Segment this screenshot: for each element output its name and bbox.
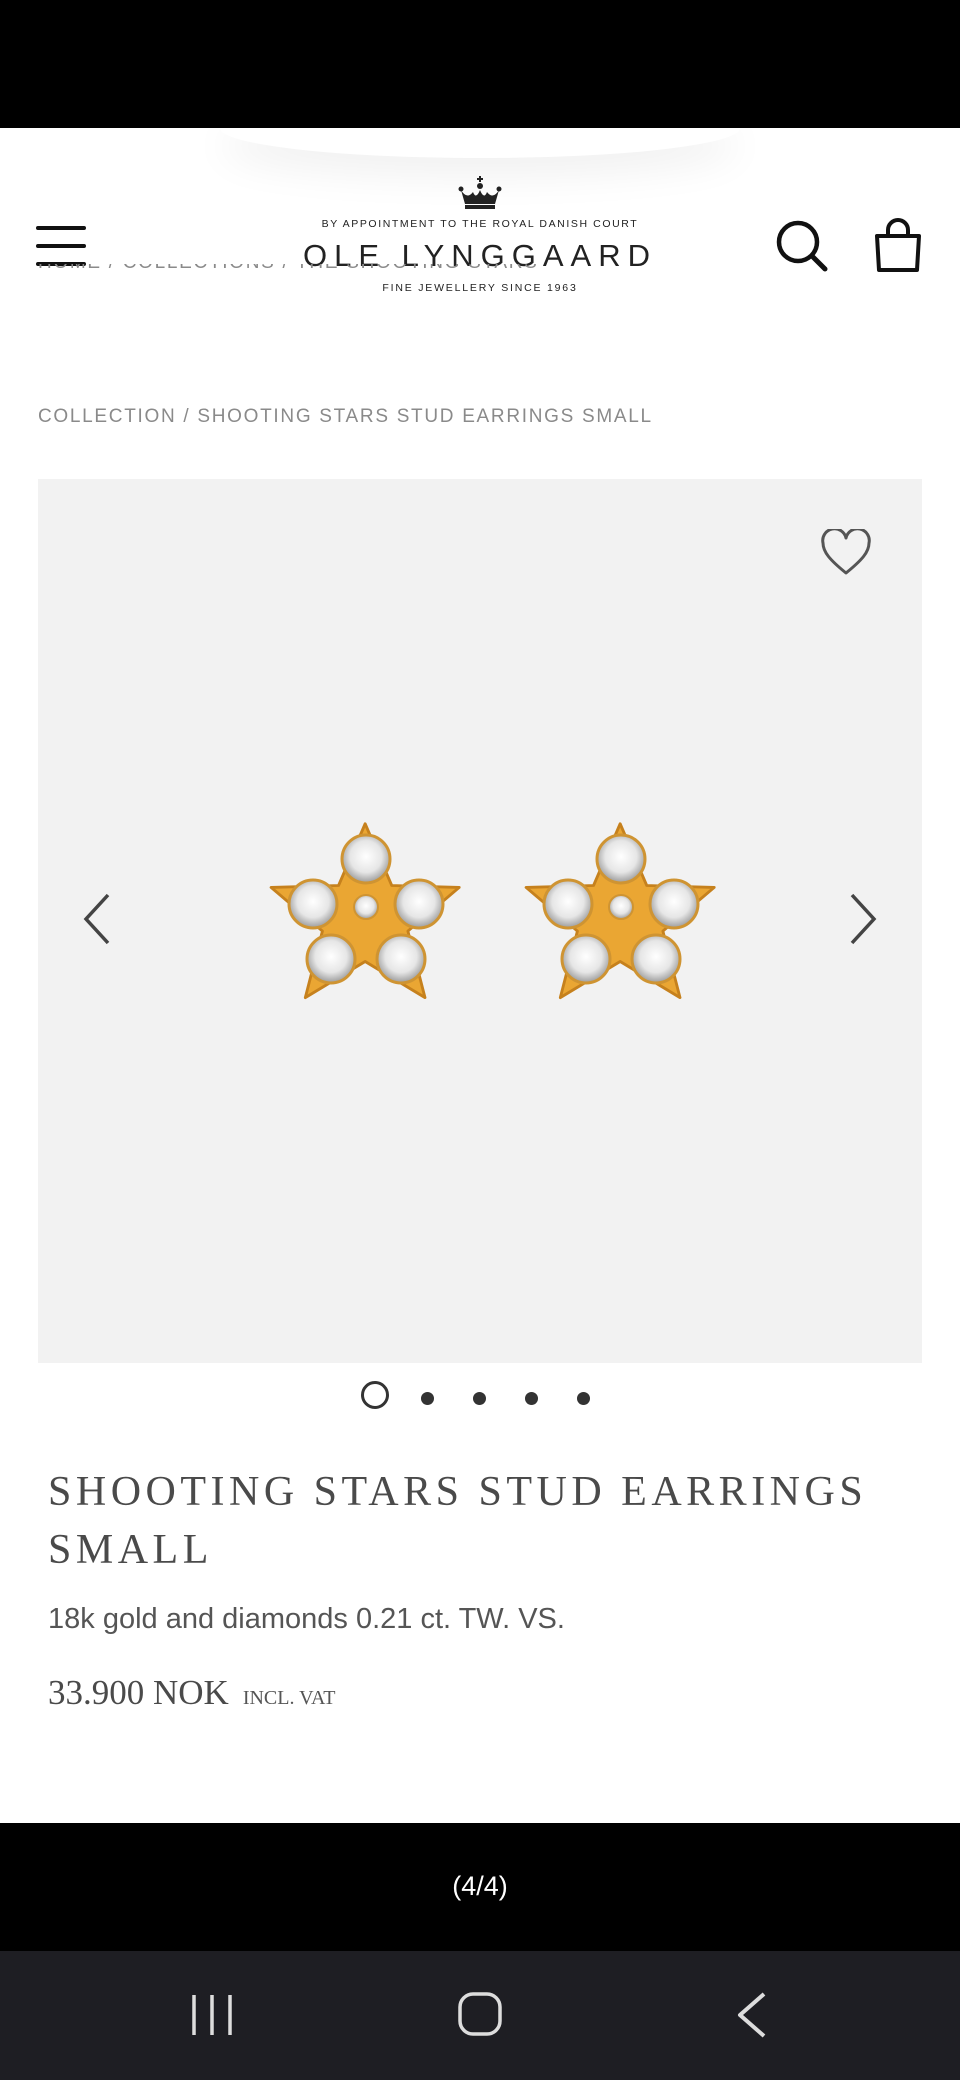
product-price: 33.900 NOK (48, 1673, 229, 1712)
breadcrumb-separator: / (176, 406, 198, 427)
product-description: 18k gold and diamonds 0.21 ct. TW. VS. (48, 1603, 565, 1635)
product-image-gallery[interactable] (38, 479, 922, 1363)
product-page: BY APPOINTMENT TO THE ROYAL DANISH COURT… (0, 128, 960, 1823)
status-bar (0, 0, 960, 128)
chevron-right-icon[interactable] (848, 891, 878, 947)
breadcrumb-current: SHOOTING STARS STUD EARRINGS SMALL (197, 406, 653, 427)
system-navigation-bar (0, 1951, 960, 2080)
site-header: BY APPOINTMENT TO THE ROYAL DANISH COURT… (0, 128, 960, 343)
pagination-dot[interactable] (420, 1392, 434, 1405)
pagination-dot[interactable] (472, 1392, 486, 1405)
back-icon[interactable] (734, 1991, 770, 2039)
image-viewer-footer: (4/4) (0, 1823, 960, 1951)
breadcrumb-line-1: HOME / COLLECTIONS / THE SHOOTING STARS (38, 264, 918, 278)
home-icon[interactable] (457, 1991, 503, 2037)
logo-tagline: BY APPOINTMENT TO THE ROYAL DANISH COURT (321, 218, 639, 230)
product-price-row: 33.900 NOK INCL. VAT (48, 1673, 335, 1713)
star-earring-left (269, 822, 461, 1000)
gallery-pagination (0, 1378, 960, 1414)
pagination-dot[interactable] (576, 1392, 590, 1405)
image-counter: (4/4) (452, 1871, 508, 1901)
pagination-dot-active[interactable] (361, 1381, 389, 1409)
breadcrumb: COLLECTION / SHOOTING STARS STUD EARRING… (38, 406, 653, 428)
header-shadow (220, 128, 740, 158)
menu-icon[interactable] (36, 226, 86, 266)
pagination-dot[interactable] (524, 1392, 538, 1405)
recent-apps-icon[interactable] (190, 1993, 234, 2037)
crown-icon (458, 176, 502, 209)
product-image (269, 822, 716, 1000)
logo-since: FINE JEWELLERY SINCE 1963 (382, 282, 578, 294)
vat-label: INCL. VAT (242, 1687, 336, 1709)
chevron-left-icon[interactable] (82, 891, 112, 947)
star-earring-right (524, 822, 716, 1000)
breadcrumb-link[interactable]: HOME / COLLECTIONS / THE SHOOTING STARS (38, 264, 539, 273)
breadcrumb-collection-link[interactable]: COLLECTION (38, 406, 176, 427)
brand-logo[interactable]: BY APPOINTMENT TO THE ROYAL DANISH COURT… (260, 176, 700, 316)
product-title: SHOOTING STARS STUD EARRINGS SMALL (48, 1469, 868, 1573)
heart-icon[interactable] (820, 527, 872, 577)
